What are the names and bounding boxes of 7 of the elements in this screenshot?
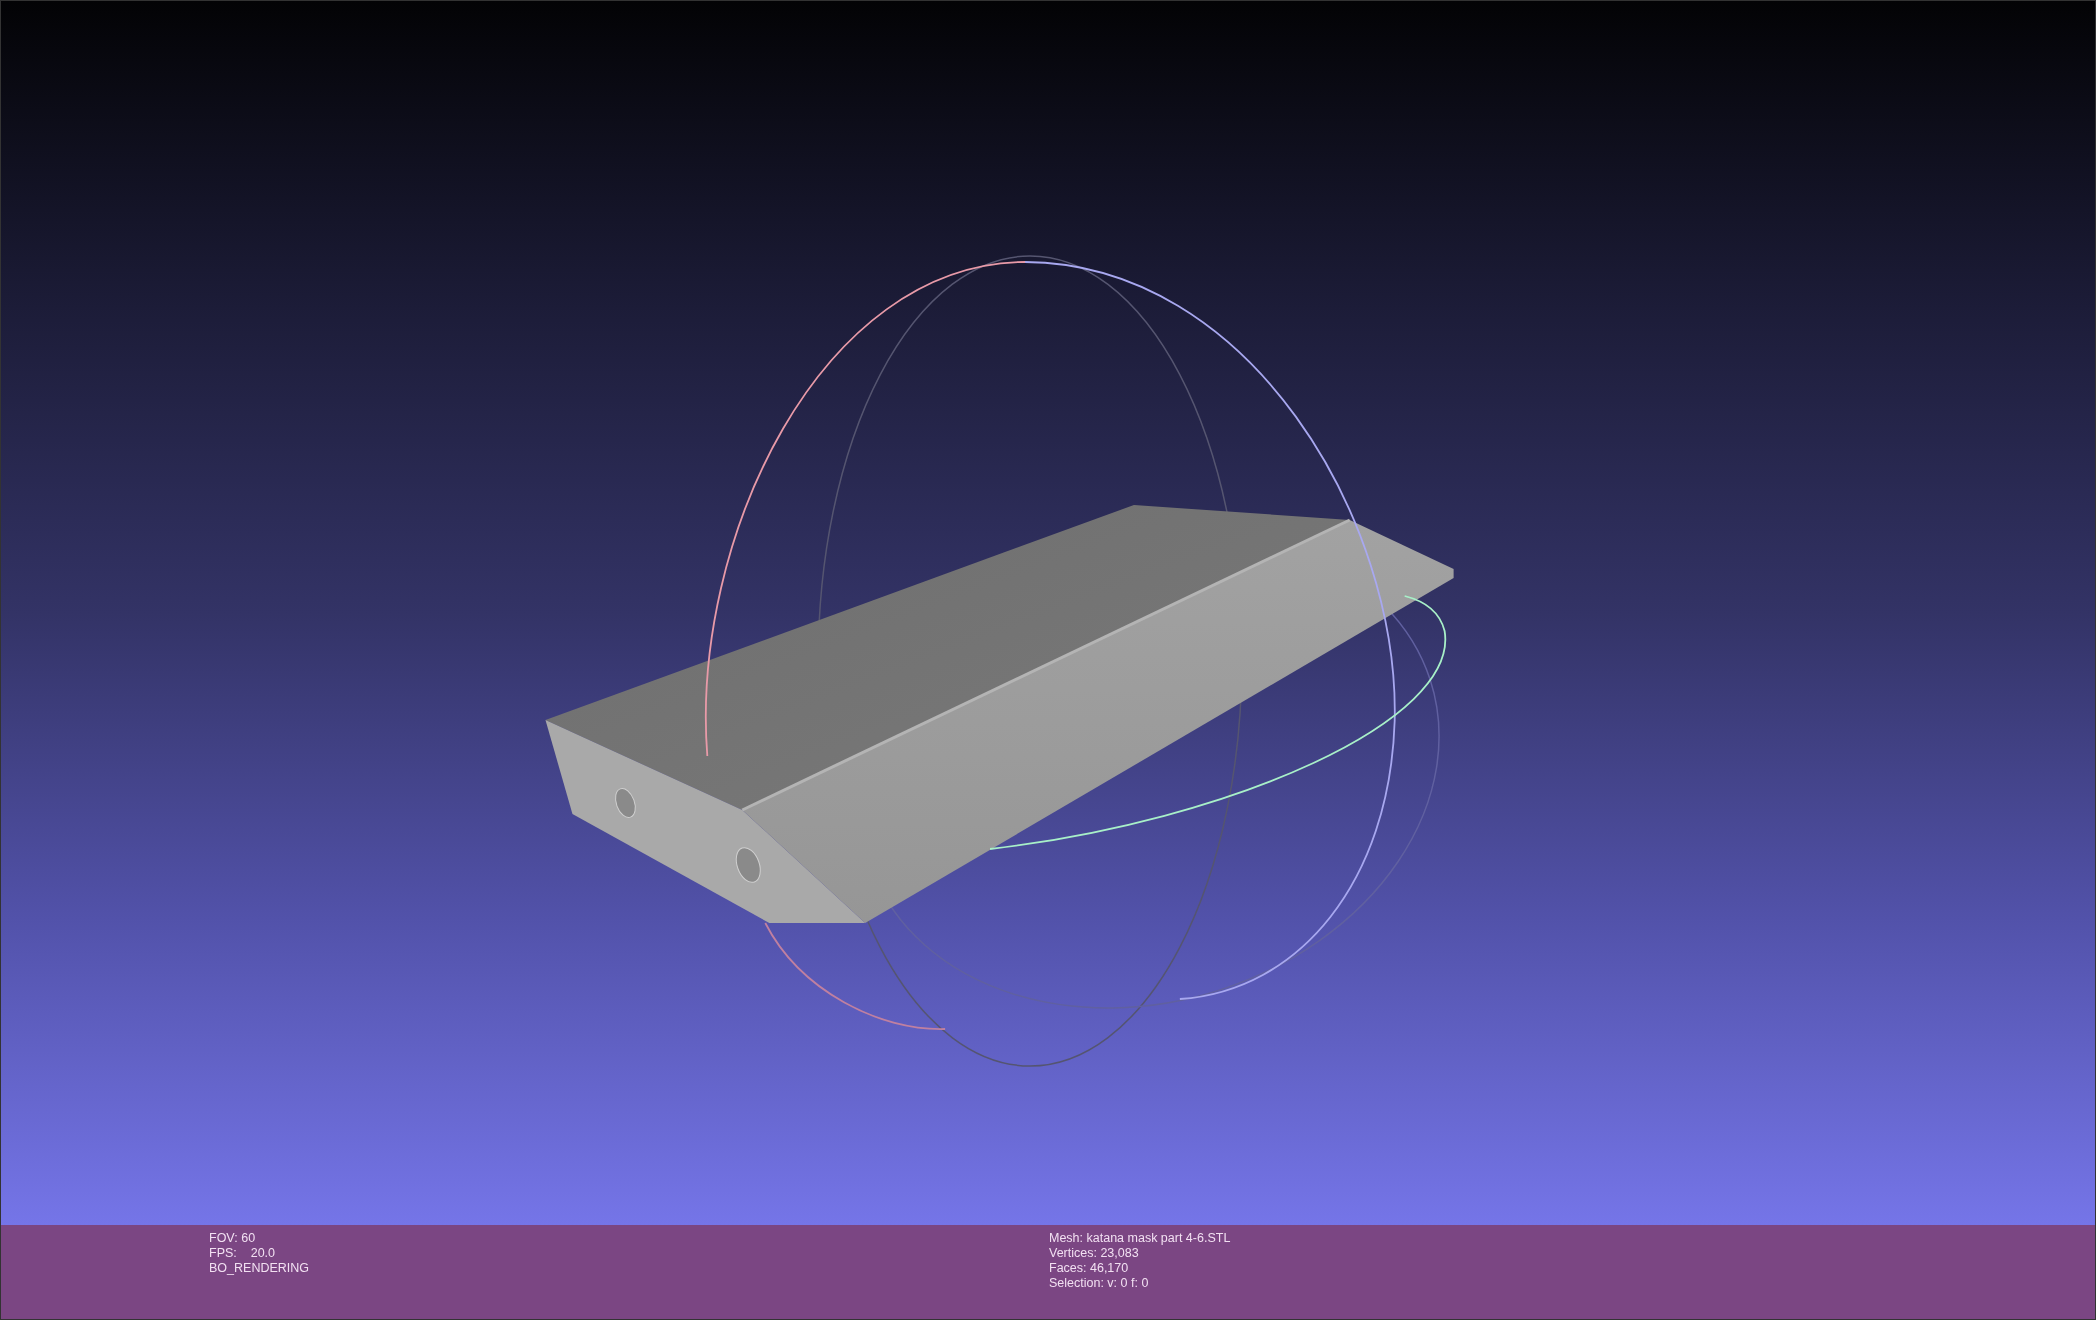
- info-text: Vertices: 23,083: [1049, 1246, 1140, 1261]
- info-text: Selection: v: 0 f: 0: [1049, 1276, 1150, 1291]
- info-text: BO_RENDERING: [209, 1261, 311, 1276]
- info-text: Mesh: katana mask part 4-6.STL: [1049, 1231, 1232, 1246]
- info-text: Faces: 46,170: [1049, 1261, 1130, 1276]
- info-text: FPS: 20.0: [209, 1246, 276, 1261]
- info-text: FOV: 60: [209, 1231, 257, 1246]
